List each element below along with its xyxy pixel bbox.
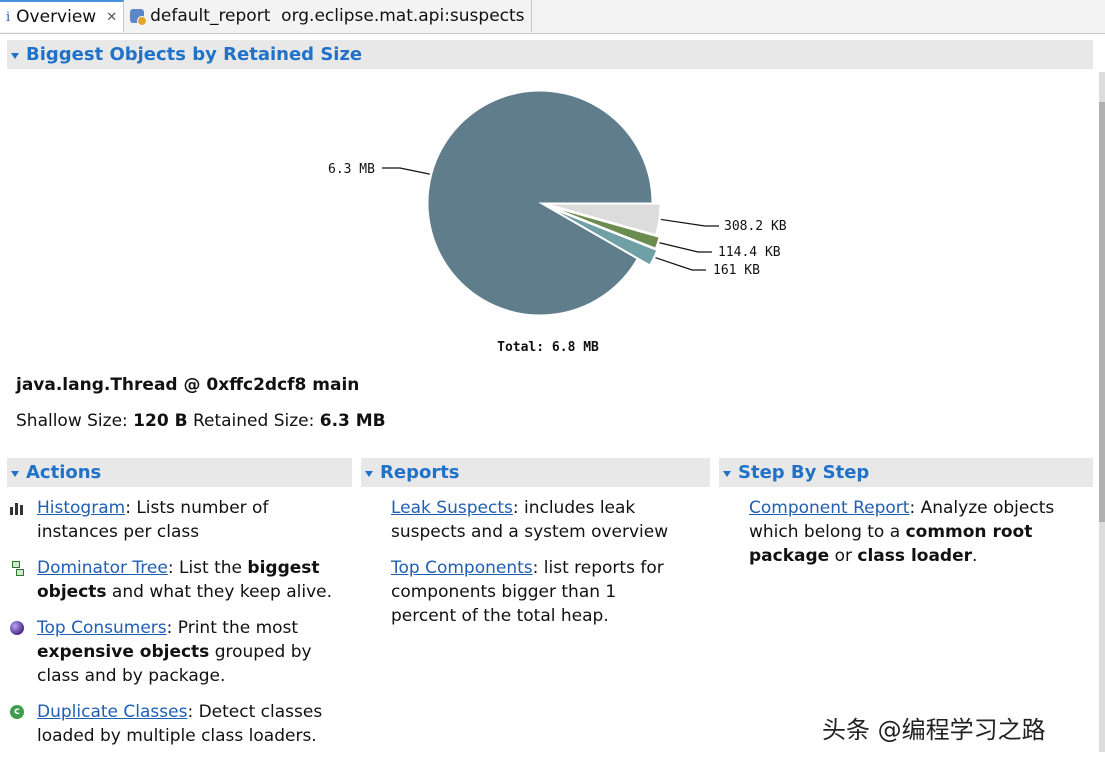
histogram-icon [10,501,24,515]
step-by-step-column: Component Report: Analyze objects which … [719,496,1064,580]
dominator-tree-entry: Dominator Tree: List the biggest objects… [7,556,337,604]
scrollbar-thumb[interactable] [1099,102,1105,522]
top-consumers-icon [10,621,24,635]
retained-size-pie-chart: 6.3 MB 308.2 KB 114.4 KB 161 KB Total: 6.8 … [300,75,820,365]
actions-column: Histogram: Lists number of instances per… [7,496,337,760]
reports-title: Reports [380,462,460,483]
shallow-size-label: Shallow Size: [16,411,128,431]
component-description-part2: or [829,546,858,566]
dominator-tree-link[interactable]: Dominator Tree [37,558,168,578]
pie-leader-line [655,257,706,271]
dominator-tree-icon [10,561,24,576]
reports-header[interactable]: Reports [361,458,710,487]
pie-chart-svg: 6.3 MB 308.2 KB 114.4 KB 161 KB Total: 6.8 … [328,90,787,355]
collapse-triangle-icon[interactable] [11,470,19,477]
component-description-part3: . [972,546,978,566]
biggest-objects-title: Biggest Objects by Retained Size [26,44,363,65]
watermark-text: 头条 @编程学习之路 [822,716,1046,744]
dominator-description-part2: and what they keep alive. [106,582,332,602]
step-by-step-header[interactable]: Step By Step [719,458,1093,487]
component-report-link[interactable]: Component Report [749,498,909,518]
pie-slice-label: 308.2 KB [724,219,787,234]
database-icon [130,9,148,26]
duplicate-classes-link[interactable]: Duplicate Classes [37,702,187,722]
biggest-objects-header[interactable]: Biggest Objects by Retained Size [7,40,1093,69]
pie-slice-label: 161 KB [713,263,760,278]
consumers-description-part1: : Print the most [166,618,299,638]
component-report-entry: Component Report: Analyze objects which … [719,496,1064,568]
shallow-size-value: 120 B [133,411,188,431]
tab-overview-label: Overview [16,7,97,27]
collapse-triangle-icon[interactable] [365,470,373,477]
retained-size-value: 6.3 MB [319,411,386,431]
leak-suspects-entry: Leak Suspects: includes leak suspects an… [361,496,681,544]
leak-suspects-link[interactable]: Leak Suspects [391,498,513,518]
object-size-line: Shallow Size: 120 B Retained Size: 6.3 M… [16,411,386,431]
pie-total-label: Total: 6.8 MB [497,340,599,355]
vertical-scrollbar[interactable] [1099,72,1105,752]
histogram-link[interactable]: Histogram [37,498,125,518]
pie-slice-label: 114.4 KB [718,245,781,260]
component-description-bold2: class loader [857,546,972,566]
tab-overview[interactable]: i Overview ✕ [0,0,125,32]
actions-title: Actions [26,462,102,483]
step-by-step-title: Step By Step [738,462,870,483]
pie-slice-label: 6.3 MB [328,162,375,177]
info-icon: i [6,9,11,25]
histogram-entry: Histogram: Lists number of instances per… [7,496,337,544]
top-consumers-entry: Top Consumers: Print the most expensive … [7,616,337,688]
tab-default-report-label: default_report org.eclipse.mat.api:suspe… [150,6,525,26]
duplicate-classes-icon: c [10,705,24,719]
dominator-description-part1: : List the [167,558,248,578]
editor-tab-bar: i Overview ✕ default_report org.eclipse.… [0,0,1105,34]
pie-leader-line [382,167,430,175]
close-icon[interactable]: ✕ [106,10,117,25]
tab-default-report[interactable]: default_report org.eclipse.mat.api:suspe… [124,0,532,32]
object-title: java.lang.Thread @ 0xffc2dcf8 main [16,375,360,395]
mat-overview-page: i Overview ✕ default_report org.eclipse.… [0,0,1105,762]
collapse-triangle-icon[interactable] [723,470,731,477]
pie-slice[interactable] [427,90,653,316]
top-components-entry: Top Components: list reports for compone… [361,556,681,628]
top-components-link[interactable]: Top Components [391,558,533,578]
retained-size-label: Retained Size: [192,411,315,431]
reports-column: Leak Suspects: includes leak suspects an… [361,496,681,640]
top-consumers-link[interactable]: Top Consumers [37,618,167,638]
pie-leader-line [659,242,712,253]
duplicate-classes-entry: c Duplicate Classes: Detect classes load… [7,700,337,748]
collapse-triangle-icon[interactable] [11,52,19,59]
pie-leader-line [660,218,719,227]
consumers-description-bold: expensive objects [37,642,210,662]
actions-header[interactable]: Actions [7,458,352,487]
